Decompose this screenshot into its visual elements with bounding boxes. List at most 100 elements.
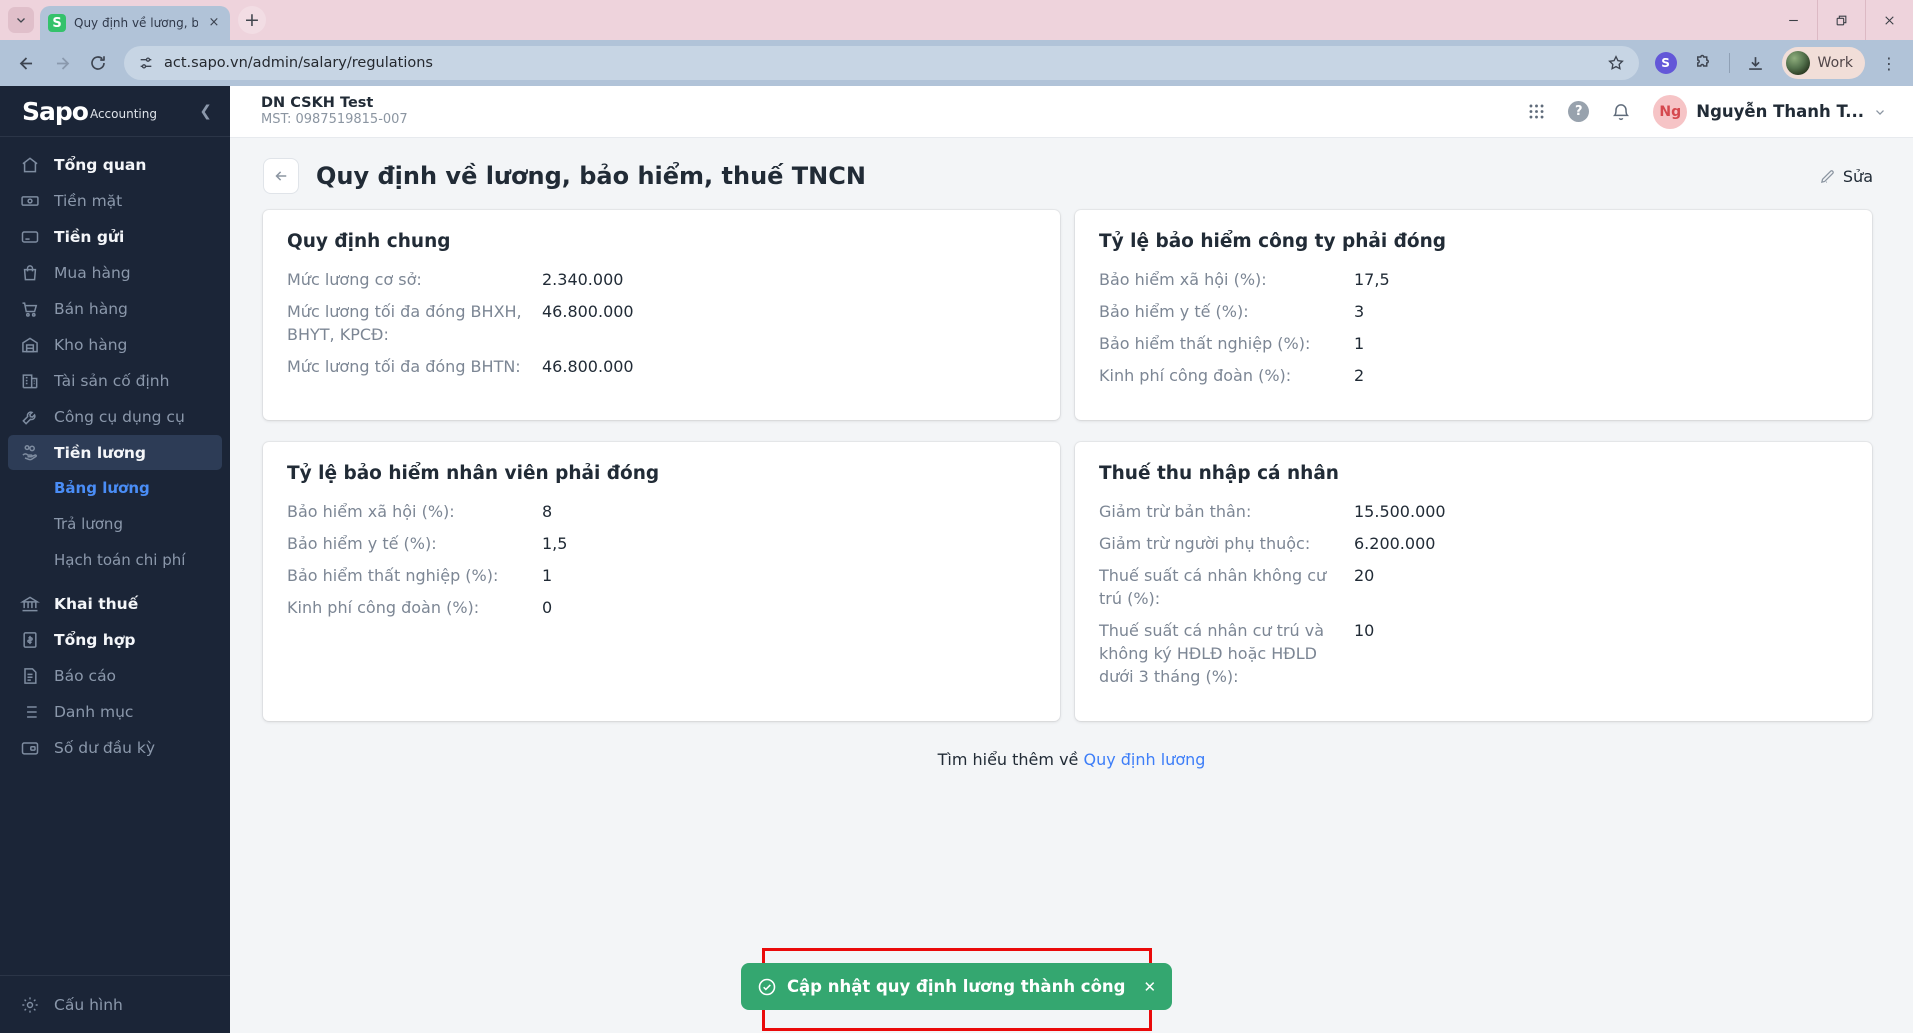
cart-icon: [22, 302, 38, 317]
card-quy-dinh-chung: Quy định chung Mức lương cơ sở: 2.340.00…: [263, 210, 1060, 420]
card-row: Bảo hiểm y tế (%): 3: [1099, 300, 1848, 323]
sidebar-item-label: Báo cáo: [54, 667, 117, 685]
sidebar-item-cong-cu-dung-cu[interactable]: Công cụ dụng cụ: [0, 399, 230, 435]
row-label: Giảm trừ người phụ thuộc:: [1099, 534, 1311, 553]
card-row: Mức lương cơ sở: 2.340.000: [287, 268, 1036, 291]
page-title: Quy định về lương, bảo hiểm, thuế TNCN: [316, 162, 866, 190]
card-bao-hiem-nhan-vien: Tỷ lệ bảo hiểm nhân viên phải đóng Bảo h…: [263, 442, 1060, 721]
gear-icon: [22, 996, 38, 1013]
window-minimize-button[interactable]: [1769, 0, 1817, 40]
list-icon: [23, 706, 37, 718]
sidebar-subitem-hach-toan-chi-phi[interactable]: Hạch toán chi phí: [0, 542, 230, 578]
downloads-icon[interactable]: [1740, 47, 1772, 79]
row-value: 20: [1354, 566, 1375, 585]
row-label: Kinh phí công đoàn (%):: [1099, 366, 1292, 385]
sidebar-item-danh-muc[interactable]: Danh mục: [0, 694, 230, 730]
site-settings-icon[interactable]: [138, 55, 154, 71]
window-close-button[interactable]: [1865, 0, 1913, 40]
notification-bell-icon[interactable]: [1611, 102, 1631, 122]
wallet-icon: [21, 742, 39, 755]
sidebar-item-tien-luong[interactable]: Tiền lương: [8, 435, 222, 470]
window-restore-button[interactable]: [1817, 0, 1865, 40]
sidebar-item-khai-thue[interactable]: Khai thuế: [0, 586, 230, 622]
sidebar-subitem-bang-luong[interactable]: Bảng lương: [0, 470, 230, 506]
shopping-bag-icon: [23, 265, 37, 281]
tab-search-chevron-icon[interactable]: [8, 7, 34, 33]
row-value: 8: [542, 502, 553, 521]
chevron-down-icon: [1876, 109, 1884, 115]
extension-s-icon[interactable]: S: [1654, 52, 1677, 74]
sidebar-item-label: Số dư đầu kỳ: [54, 739, 156, 757]
check-circle-icon: [758, 978, 776, 995]
annotation-highlight-box: Cập nhật quy định lương thành công ✕: [740, 948, 1173, 1031]
back-button[interactable]: [263, 158, 299, 194]
sidebar-footer: Cấu hình: [0, 975, 230, 1033]
card-row: Bảo hiểm y tế (%): 1,5: [287, 532, 1036, 555]
extensions-puzzle-icon[interactable]: [1687, 47, 1719, 79]
sidebar-item-cau-hinh[interactable]: Cấu hình: [0, 976, 230, 1033]
browser-profile-chip[interactable]: Work: [1781, 47, 1865, 79]
browser-tab[interactable]: S Quy định về lương, bảo hiểm, t ×: [40, 6, 230, 40]
sidebar-item-tong-hop[interactable]: Tổng hợp: [0, 622, 230, 658]
user-name: Nguyễn Thanh T...: [1696, 102, 1864, 121]
browser-menu-icon[interactable]: ⋮: [1875, 54, 1903, 73]
row-value: 1: [1354, 334, 1365, 353]
row-label: Bảo hiểm y tế (%):: [1099, 302, 1249, 321]
sidebar: Sapo Accounting ❮ Tổng quan Tiền mặt Tiề…: [0, 86, 230, 1033]
card-title: Tỷ lệ bảo hiểm công ty phải đóng: [1099, 231, 1447, 252]
building-icon: [22, 374, 38, 389]
sidebar-item-so-du-dau-ky[interactable]: Số dư đầu kỳ: [0, 730, 230, 766]
user-menu[interactable]: Ng Nguyễn Thanh T...: [1653, 94, 1887, 129]
row-value: 6.200.000: [1354, 534, 1436, 553]
card-row: Bảo hiểm xã hội (%): 17,5: [1099, 268, 1848, 291]
sidebar-item-mua-hang[interactable]: Mua hàng: [0, 255, 230, 291]
browser-toolbar: act.sapo.vn/admin/salary/regulations S W…: [0, 40, 1913, 86]
browser-back-icon[interactable]: [10, 47, 42, 79]
learn-more-text: Tìm hiểu thêm về: [937, 750, 1084, 769]
company-info[interactable]: DN CSKH Test MST: 0987519815-007: [261, 94, 408, 128]
row-value: 46.800.000: [542, 357, 634, 376]
sidebar-item-bao-cao[interactable]: Báo cáo: [0, 658, 230, 694]
sidebar-item-kho-hang[interactable]: Kho hàng: [0, 327, 230, 363]
apps-grid-icon[interactable]: [1527, 102, 1546, 121]
row-value: 2: [1354, 366, 1365, 385]
edit-button[interactable]: Sửa: [1819, 167, 1873, 186]
sidebar-item-label: Bán hàng: [54, 300, 128, 318]
row-value: 0: [542, 598, 553, 617]
sidebar-item-label: Kho hàng: [54, 336, 128, 354]
profile-name: Work: [1817, 55, 1853, 71]
sidebar-item-ban-hang[interactable]: Bán hàng: [0, 291, 230, 327]
card-row: Thuế suất cá nhân không cư trú (%): 20: [1099, 564, 1848, 610]
sidebar-subitem-tra-luong[interactable]: Trả lương: [0, 506, 230, 542]
card-bao-hiem-cong-ty: Tỷ lệ bảo hiểm công ty phải đóng Bảo hiể…: [1075, 210, 1872, 420]
learn-more-link[interactable]: Quy định lương: [1083, 750, 1205, 769]
row-value: 1,5: [542, 534, 568, 553]
card-row: Kinh phí công đoàn (%): 2: [1099, 364, 1848, 387]
browser-reload-icon[interactable]: [82, 47, 114, 79]
url-text[interactable]: act.sapo.vn/admin/salary/regulations: [164, 55, 1597, 71]
sidebar-collapse-icon[interactable]: ❮: [199, 102, 212, 120]
sidebar-item-label: Danh mục: [54, 703, 134, 721]
tab-close-icon[interactable]: ×: [206, 15, 222, 31]
card-row: Bảo hiểm thất nghiệp (%): 1: [287, 564, 1036, 587]
row-value: 2.340.000: [542, 270, 624, 289]
url-bar[interactable]: act.sapo.vn/admin/salary/regulations: [124, 46, 1639, 80]
app-header: DN CSKH Test MST: 0987519815-007 ? Ng Ng…: [230, 86, 1913, 138]
card-row: Bảo hiểm xã hội (%): 8: [287, 500, 1036, 523]
bookmark-star-icon[interactable]: [1607, 54, 1625, 72]
sidebar-item-label: Mua hàng: [54, 264, 131, 282]
tab-title: Quy định về lương, bảo hiểm, t: [74, 16, 198, 30]
card-title: Quy định chung: [287, 231, 451, 252]
row-label: Kinh phí công đoàn (%):: [287, 598, 480, 617]
row-label: Bảo hiểm y tế (%):: [287, 534, 437, 553]
new-tab-button[interactable]: +: [238, 6, 266, 34]
salary-icon: [22, 444, 37, 460]
help-icon[interactable]: ?: [1568, 101, 1590, 122]
sidebar-item-tien-mat[interactable]: Tiền mặt: [0, 183, 230, 219]
bank-icon: [20, 596, 40, 612]
sidebar-item-tong-quan[interactable]: Tổng quan: [0, 147, 230, 183]
toast-close-icon[interactable]: ✕: [1143, 978, 1156, 996]
sidebar-item-tai-san-co-dinh[interactable]: Tài sản cố định: [0, 363, 230, 399]
browser-forward-icon[interactable]: [46, 47, 78, 79]
sidebar-item-tien-gui[interactable]: Tiền gửi: [0, 219, 230, 255]
